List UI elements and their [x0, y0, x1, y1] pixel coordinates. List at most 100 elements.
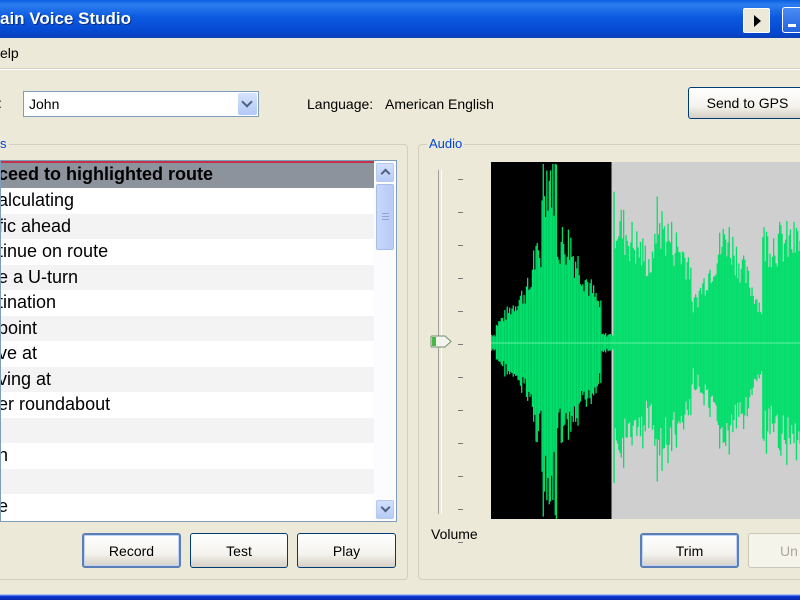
phrase-list-item[interactable]: ving at	[1, 366, 374, 392]
waveform-bar	[512, 305, 514, 377]
phrase-list-item[interactable]: tinue on route	[1, 239, 374, 265]
waveform-bar	[501, 317, 504, 367]
context-help-button[interactable]	[743, 8, 770, 33]
waveform-bar	[535, 245, 537, 442]
waveform-bar	[542, 164, 544, 517]
waveform-bar	[773, 238, 775, 432]
title-bar[interactable]: ain Voice Studio	[0, 0, 800, 38]
waveform-bar	[594, 296, 596, 388]
waveform-bar	[681, 251, 684, 423]
voice-dropdown-button[interactable]	[238, 93, 257, 115]
waveform-bar	[632, 247, 634, 426]
play-arrow-icon	[754, 15, 761, 27]
phrase-list-item[interactable]: e	[1, 494, 374, 520]
waveform-bar	[537, 250, 540, 432]
waveform-display[interactable]	[491, 162, 800, 519]
waveform-bar	[746, 266, 748, 417]
waveform-bar	[769, 253, 771, 435]
waveform-bar	[745, 283, 747, 397]
waveform-bar	[671, 221, 673, 452]
test-button[interactable]: Test	[190, 533, 288, 568]
phrase-list-scrollbar[interactable]	[374, 161, 396, 521]
scroll-thumb[interactable]	[376, 184, 394, 250]
waveform-bar	[521, 290, 523, 393]
waveform-bar	[699, 287, 702, 393]
phrase-list-item[interactable]: ve at	[1, 341, 374, 367]
volume-tick	[458, 377, 463, 378]
trim-button[interactable]: Trim	[640, 533, 739, 568]
waveform-bar	[716, 263, 718, 422]
waveform-bar	[551, 207, 553, 476]
waveform-bar	[783, 243, 786, 440]
waveform-bar	[687, 257, 690, 416]
waveform-bar	[781, 233, 783, 434]
waveform-bar	[722, 228, 724, 443]
chevron-down-icon	[380, 502, 391, 513]
waveform-bar	[545, 217, 547, 456]
waveform-bar	[684, 257, 686, 415]
volume-tick	[458, 179, 463, 180]
waveform-bar	[633, 249, 636, 421]
waveform-bar	[614, 248, 616, 429]
waveform-bar	[770, 267, 772, 406]
waveform-bar	[791, 249, 793, 426]
play-button[interactable]: Play	[297, 533, 396, 568]
waveform-bar	[715, 274, 717, 406]
phrases-group-title: s	[0, 136, 9, 151]
waveform-bar	[797, 231, 799, 441]
waveform-bar	[599, 307, 601, 374]
waveform-bar	[623, 209, 625, 468]
phrase-list-item[interactable]: ceed to highlighted route	[1, 161, 374, 188]
minimize-button[interactable]	[782, 7, 800, 33]
waveform-bar	[567, 229, 570, 440]
waveform-bar	[509, 307, 511, 375]
volume-tick	[458, 311, 463, 312]
send-to-gps-button[interactable]: Send to GPS	[688, 87, 800, 119]
waveform-bar	[566, 256, 568, 420]
waveform-bar	[584, 280, 586, 400]
waveform-bar	[686, 262, 688, 410]
waveform-bar	[752, 295, 754, 388]
waveform-bar	[600, 300, 602, 383]
scroll-down-button[interactable]	[376, 500, 394, 519]
waveform-bar	[558, 259, 560, 413]
waveform-bar	[780, 225, 782, 456]
voice-select[interactable]: John	[23, 91, 259, 117]
waveform-bar	[685, 279, 687, 402]
waveform-bar	[636, 231, 638, 436]
phrase-list-item[interactable]: n	[1, 443, 374, 469]
waveform-bar	[785, 239, 787, 444]
menu-bar: elp	[0, 38, 800, 69]
phrase-list-item[interactable]: e a U-turn	[1, 264, 374, 290]
waveform-bar	[613, 191, 615, 484]
waveform-bar	[669, 242, 672, 428]
waveform-bar	[777, 233, 780, 448]
phrase-list-item[interactable]	[1, 468, 374, 494]
phrase-list[interactable]: ceed to highlighted route alculating fic…	[0, 160, 397, 522]
menu-help[interactable]: elp	[0, 45, 19, 61]
waveform-bar	[621, 238, 624, 438]
phrase-list-item[interactable]: alculating	[1, 188, 374, 214]
record-button[interactable]: Record	[82, 533, 181, 568]
waveform-bar	[771, 256, 774, 424]
waveform-bar	[630, 242, 632, 437]
phrase-list-item[interactable]: fic ahead	[1, 213, 374, 239]
waveform-bar	[728, 227, 730, 455]
waveform-bar	[690, 267, 692, 416]
undo-button[interactable]: Un	[748, 533, 800, 568]
volume-slider-thumb[interactable]	[430, 335, 452, 348]
phrase-list-item[interactable]: point	[1, 315, 374, 341]
waveform-bar	[582, 284, 584, 396]
waveform-bar	[663, 226, 666, 449]
waveform-bar	[776, 266, 778, 415]
waveform-bar	[710, 283, 712, 397]
phrase-list-item[interactable]	[1, 417, 374, 443]
scroll-up-button[interactable]	[376, 163, 394, 182]
waveform-bar	[525, 286, 528, 397]
volume-tick	[458, 542, 463, 543]
waveform-bar	[713, 276, 715, 402]
phrase-list-item[interactable]: er roundabout	[1, 392, 374, 418]
phrase-list-item[interactable]: tination	[1, 290, 374, 316]
waveform-bar	[733, 255, 735, 420]
volume-tick	[458, 476, 463, 477]
